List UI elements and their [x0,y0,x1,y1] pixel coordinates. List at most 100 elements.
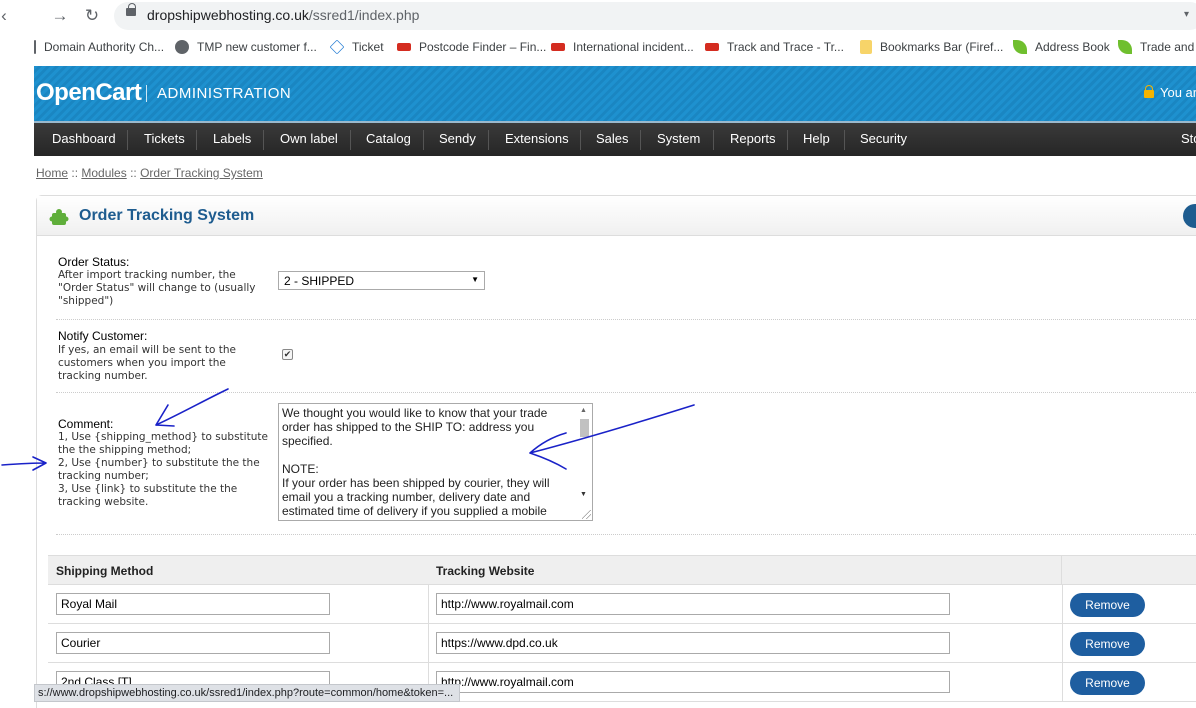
forward-icon[interactable]: → [50,6,70,26]
box-heading: Order Tracking System [37,196,1196,236]
column-header-shipping-method: Shipping Method [48,556,429,585]
menu-divider [713,130,714,150]
diamond-icon [329,39,345,55]
scroll-up-icon[interactable]: ▲ [580,407,587,414]
breadcrumb-separator: :: [71,166,79,180]
order-status-select[interactable]: 2 - SHIPPED ▼ [278,271,485,290]
order-status-row: Order Status: After import tracking numb… [56,240,1196,320]
lock-icon [1144,85,1154,98]
remove-button[interactable]: Remove [1070,671,1145,695]
comment-row: Comment: 1, Use {shipping_method} to sub… [56,393,1196,535]
bookmark-item[interactable]: TMP new customer f... [175,40,317,54]
menu-divider [787,130,788,150]
menu-divider [196,130,197,150]
menu-divider [640,130,641,150]
comment-label: Comment: [58,417,114,431]
menu-divider [580,130,581,150]
status-bar-url: s://www.dropshipwebhosting.co.uk/ssred1/… [34,684,460,702]
royal-mail-icon [705,43,719,51]
save-button[interactable] [1183,204,1196,228]
administration-label: ADMINISTRATION [146,85,291,102]
tracking-website-input[interactable]: http://www.royalmail.com [436,671,950,693]
menu-dashboard[interactable]: Dashboard [52,131,116,146]
lock-icon[interactable] [126,3,136,16]
back-icon[interactable]: ‹ [0,6,8,26]
menu-divider [423,130,424,150]
menu-security[interactable]: Security [860,131,907,146]
url-text[interactable]: dropshipwebhosting.co.uk/ssred1/index.ph… [147,7,419,23]
shipping-table: Shipping Method Tracking Website Royal M… [48,555,1196,702]
menu-divider [488,130,489,150]
table-row: Royal Mail http://www.royalmail.com Remo… [48,585,1196,624]
breadcrumb-home[interactable]: Home [36,166,68,180]
leaf-icon [1013,40,1027,54]
browser-toolbar: ‹ → ↻ dropshipwebhosting.co.uk/ssred1/in… [0,0,1196,32]
scroll-thumb[interactable] [580,419,589,437]
resize-handle-icon[interactable] [582,510,591,519]
bookmark-item[interactable]: Postcode Finder – Fin... [397,40,546,54]
notify-label: Notify Customer: [58,329,148,343]
remove-button[interactable]: Remove [1070,632,1145,656]
bookmarks-bar: Domain Authority Ch... TMP new customer … [0,32,1196,62]
cell-divider [1062,663,1063,702]
main-menu: Dashboard Tickets Labels Own label Catal… [34,123,1196,156]
menu-sendy[interactable]: Sendy [439,131,476,146]
breadcrumb: Home :: Modules :: Order Tracking System [36,166,263,180]
comment-text: We thought you would like to know that y… [282,406,550,518]
comment-textarea[interactable]: We thought you would like to know that y… [278,403,593,521]
menu-system[interactable]: System [657,131,700,146]
menu-divider [844,130,845,150]
menu-reports[interactable]: Reports [730,131,776,146]
bookmark-item[interactable]: Track and Trace - Tr... [705,40,844,54]
column-header-action [1062,556,1196,585]
cell-divider [1062,585,1063,624]
royal-mail-icon [397,43,411,51]
bookmark-item[interactable]: Ticket [329,39,384,55]
cell-divider [428,585,429,624]
shipping-method-input[interactable]: Royal Mail [56,593,330,615]
reload-icon[interactable]: ↻ [82,6,102,26]
bookmark-item[interactable]: Domain Authority Ch... [34,40,164,54]
page-title: Order Tracking System [79,207,255,224]
menu-own-label[interactable]: Own label [280,131,338,146]
menu-catalog[interactable]: Catalog [366,131,411,146]
breadcrumb-modules[interactable]: Modules [81,166,126,180]
menu-extensions[interactable]: Extensions [505,131,569,146]
textarea-scrollbar[interactable]: ▲ ▼ [578,405,591,505]
bookmark-item[interactable]: Trade and [1118,40,1194,54]
table-row: Courier https://www.dpd.co.uk Remove [48,624,1196,663]
menu-tickets[interactable]: Tickets [144,131,185,146]
royal-mail-icon [551,43,565,51]
comment-help: 1, Use {shipping_method} to substitute t… [58,431,268,508]
bookmark-item[interactable]: Bookmarks Bar (Firef... [860,40,1003,54]
menu-divider [127,130,128,150]
breadcrumb-current[interactable]: Order Tracking System [140,166,263,180]
notify-checkbox[interactable]: ✔ [282,349,293,360]
bookmark-item[interactable]: International incident... [551,40,694,54]
chevron-down-icon[interactable]: ▾ [1184,9,1189,20]
globe-icon [175,40,189,54]
chevron-down-icon: ▼ [471,275,479,284]
puzzle-icon [49,209,69,225]
menu-divider [263,130,264,150]
menu-divider [350,130,351,150]
menu-sales[interactable]: Sales [596,131,629,146]
remove-button[interactable]: Remove [1070,593,1145,617]
menu-store[interactable]: Sto [1181,131,1196,146]
column-header-tracking-website: Tracking Website [428,556,1062,585]
cell-divider [428,624,429,663]
shipping-method-input[interactable]: Courier [56,632,330,654]
admin-header: OpenCart ADMINISTRATION You ar [34,66,1196,121]
leaf-icon [1118,40,1132,54]
menu-help[interactable]: Help [803,131,830,146]
tracking-website-input[interactable]: http://www.royalmail.com [436,593,950,615]
order-status-help: After import tracking number, the "Order… [58,269,256,307]
scroll-down-icon[interactable]: ▼ [580,491,587,498]
page-icon [34,40,36,54]
notify-help: If yes, an email will be sent to the cus… [58,344,236,382]
bookmark-item[interactable]: Address Book [1013,40,1110,54]
menu-labels[interactable]: Labels [213,131,251,146]
tracking-website-input[interactable]: https://www.dpd.co.uk [436,632,950,654]
opencart-logo[interactable]: OpenCart [36,79,142,107]
breadcrumb-separator: :: [130,166,137,180]
